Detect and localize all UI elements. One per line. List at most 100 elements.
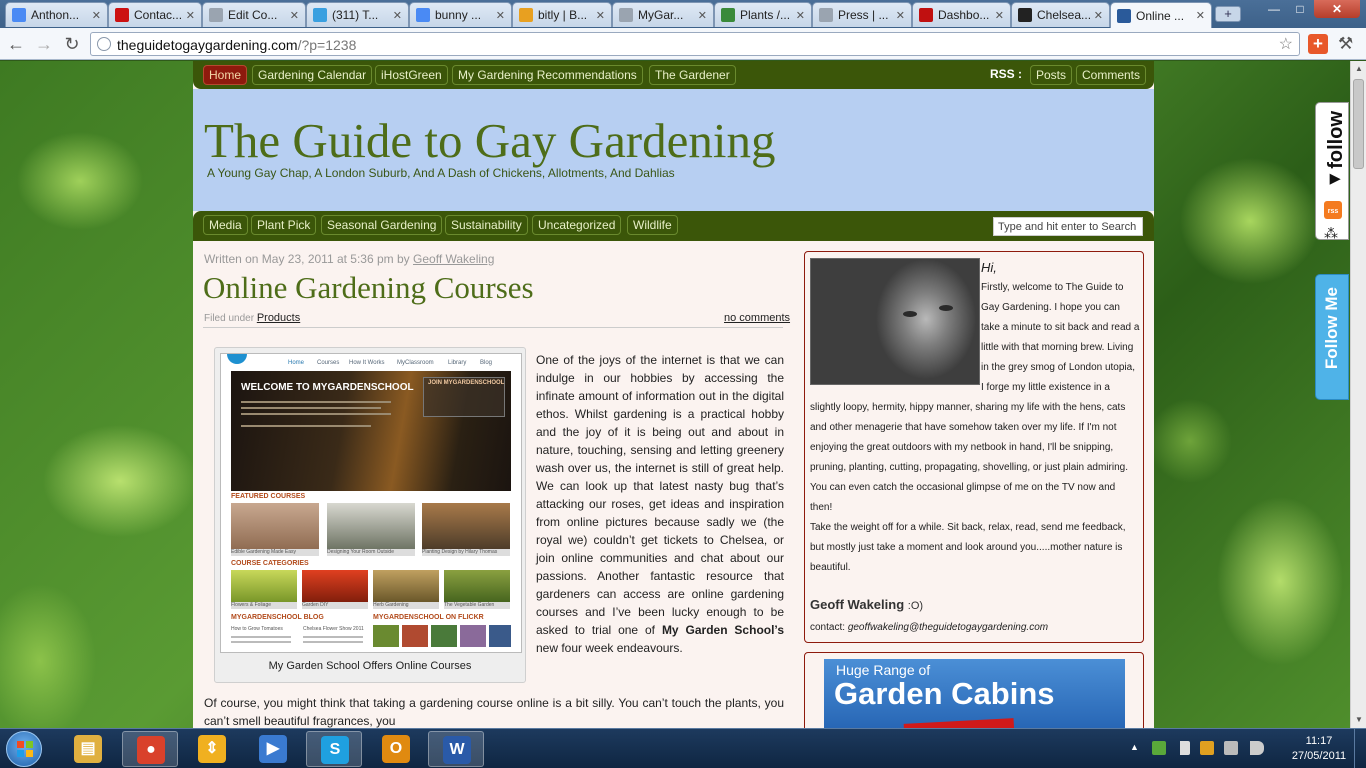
rss-comments-link[interactable]: Comments [1076, 65, 1147, 85]
clock-date[interactable]: 27/05/2011 [1290, 750, 1348, 762]
bookmark-star-icon[interactable]: ☆ [1279, 34, 1293, 54]
security-icon[interactable] [1152, 741, 1166, 755]
mygardenschool-screenshot[interactable]: Home Courses How It Works MyClassroom Li… [220, 353, 522, 653]
tab-1[interactable]: Anthon... ✕ [5, 2, 108, 27]
post-body-text-2: Of course, you might think that taking a… [204, 696, 784, 728]
garden-cabins-ad[interactable]: Huge Range of Garden Cabins [824, 659, 1125, 728]
volume-icon[interactable] [1250, 741, 1264, 755]
category-wildlife[interactable]: Wildlife [627, 215, 678, 235]
close-tab-icon[interactable]: ✕ [92, 9, 101, 22]
minimize-button[interactable]: — [1262, 0, 1286, 18]
taskbar-app-2[interactable]: ● [122, 731, 178, 767]
category-navigation: Media Plant Pick Seasonal Gardening Sust… [193, 211, 1154, 241]
close-tab-icon[interactable]: ✕ [698, 9, 707, 22]
wrench-icon[interactable]: ⚒ [1338, 34, 1353, 54]
close-tab-icon[interactable]: ✕ [796, 9, 805, 22]
taskbar-app-7[interactable]: W [428, 731, 484, 767]
tab-4[interactable]: (311) T... ✕ [306, 2, 409, 27]
url-text: theguidetogaygardening.com/?p=1238 [117, 37, 357, 53]
tab-label: Plants /... [740, 8, 791, 22]
follow-me-button[interactable]: Follow Me [1315, 274, 1349, 400]
tab-label: bunny ... [435, 8, 482, 22]
close-tab-icon[interactable]: ✕ [596, 9, 605, 22]
comments-link[interactable]: no comments [724, 312, 790, 324]
back-arrow-icon[interactable]: ← [5, 33, 27, 55]
site-title[interactable]: The Guide to Gay Gardening [204, 112, 776, 169]
clock-time[interactable]: 11:17 [1290, 735, 1348, 747]
nav-my-gardening-recommendations[interactable]: My Gardening Recommendations [452, 65, 643, 85]
taskbar-app-5[interactable]: S [306, 731, 362, 767]
tab-6[interactable]: bitly | B... ✕ [512, 2, 612, 27]
taskbar-app-4[interactable]: ▶ [245, 731, 301, 767]
opera-icon [115, 8, 129, 22]
extension-plus-icon[interactable]: + [1308, 34, 1328, 54]
address-bar[interactable]: theguidetogaygardening.com/?p=1238 ☆ [90, 32, 1300, 56]
updater-icon: ⇕ [198, 735, 226, 763]
post-title[interactable]: Online Gardening Courses [203, 270, 534, 306]
reload-icon[interactable]: ↻ [61, 33, 83, 55]
rss-icon[interactable]: rss [1324, 201, 1342, 219]
show-desktop-button[interactable] [1354, 729, 1366, 768]
bird-icon[interactable]: ⁂ [1324, 225, 1338, 242]
new-tab-button[interactable]: + [1215, 6, 1241, 22]
close-tab-icon[interactable]: ✕ [896, 9, 905, 22]
tab-label: Chelsea... [1037, 8, 1091, 22]
category-seasonal-gardening[interactable]: Seasonal Gardening [321, 215, 443, 235]
tab-10[interactable]: Dashbo... ✕ [912, 2, 1011, 27]
device-icon[interactable] [1224, 741, 1238, 755]
globe-icon [97, 37, 111, 51]
google-icon [416, 8, 430, 22]
close-window-button[interactable]: ✕ [1314, 0, 1360, 18]
post-meta: Written on May 23, 2011 at 5:36 pm by Ge… [204, 252, 494, 266]
close-tab-icon[interactable]: ✕ [186, 9, 195, 22]
follow-me-label: Follow Me [1322, 287, 1341, 370]
taskbar-app-1[interactable]: ▤ [60, 731, 116, 767]
my-garden-school-link[interactable]: My Garden School’s [662, 623, 784, 637]
network-icon[interactable] [1176, 741, 1190, 755]
tab-3[interactable]: Edit Co... ✕ [202, 2, 306, 27]
close-tab-icon[interactable]: ✕ [1196, 9, 1205, 22]
close-tab-icon[interactable]: ✕ [290, 9, 299, 22]
forward-arrow-icon[interactable]: → [33, 33, 55, 55]
tray-expand-icon[interactable]: ▲ [1130, 742, 1139, 752]
tab-2[interactable]: Contac... ✕ [108, 2, 202, 27]
category-media[interactable]: Media [203, 215, 248, 235]
tab-12[interactable]: Online ... ✕ [1110, 2, 1212, 28]
contact-email[interactable]: geoffwakeling@theguidetogaygardening.com [848, 622, 1048, 633]
follow-label: ◂follow [1325, 111, 1347, 193]
category-uncategorized[interactable]: Uncategorized [532, 215, 622, 235]
maximize-button[interactable]: □ [1288, 0, 1312, 18]
close-tab-icon[interactable]: ✕ [393, 9, 402, 22]
category-plant-pick[interactable]: Plant Pick [251, 215, 317, 235]
tab-5[interactable]: bunny ... ✕ [409, 2, 512, 27]
nav-ihostgreen[interactable]: iHostGreen [375, 65, 448, 85]
scroll-down-icon[interactable]: ▼ [1351, 712, 1366, 728]
post-category-link[interactable]: Products [257, 312, 300, 324]
nav-the-gardener[interactable]: The Gardener [649, 65, 736, 85]
oc-icon [919, 8, 933, 22]
page-scrollbar[interactable]: ▲ ▼ [1350, 61, 1366, 728]
post-body-text: One of the joys of the internet is that … [536, 353, 784, 655]
tab-8[interactable]: Plants /... ✕ [714, 2, 812, 27]
nav-home[interactable]: Home [203, 65, 248, 85]
search-input[interactable] [993, 217, 1143, 236]
scroll-up-icon[interactable]: ▲ [1351, 61, 1366, 77]
close-tab-icon[interactable]: ✕ [496, 9, 505, 22]
author-link[interactable]: Geoff Wakeling [413, 252, 494, 266]
about-widget: Hi, Firstly, welcome to The Guide to Gay… [804, 251, 1144, 643]
scroll-thumb[interactable] [1353, 79, 1364, 169]
bitly-icon [519, 8, 533, 22]
tab-9[interactable]: Press | ... ✕ [812, 2, 912, 27]
nav-gardening-calendar[interactable]: Gardening Calendar [252, 65, 373, 85]
outlook-tray-icon[interactable] [1200, 741, 1214, 755]
close-tab-icon[interactable]: ✕ [1094, 9, 1103, 22]
taskbar-app-3[interactable]: ⇕ [184, 731, 240, 767]
category-sustainability[interactable]: Sustainability [445, 215, 528, 235]
rss-posts-link[interactable]: Posts [1030, 65, 1073, 85]
follow-tab[interactable]: ◂follow rss ⁂ [1315, 102, 1349, 242]
tab-11[interactable]: Chelsea... ✕ [1011, 2, 1110, 27]
start-button[interactable] [6, 731, 42, 767]
taskbar-app-6[interactable]: O [368, 731, 424, 767]
tab-7[interactable]: MyGar... ✕ [612, 2, 714, 27]
close-tab-icon[interactable]: ✕ [995, 9, 1004, 22]
